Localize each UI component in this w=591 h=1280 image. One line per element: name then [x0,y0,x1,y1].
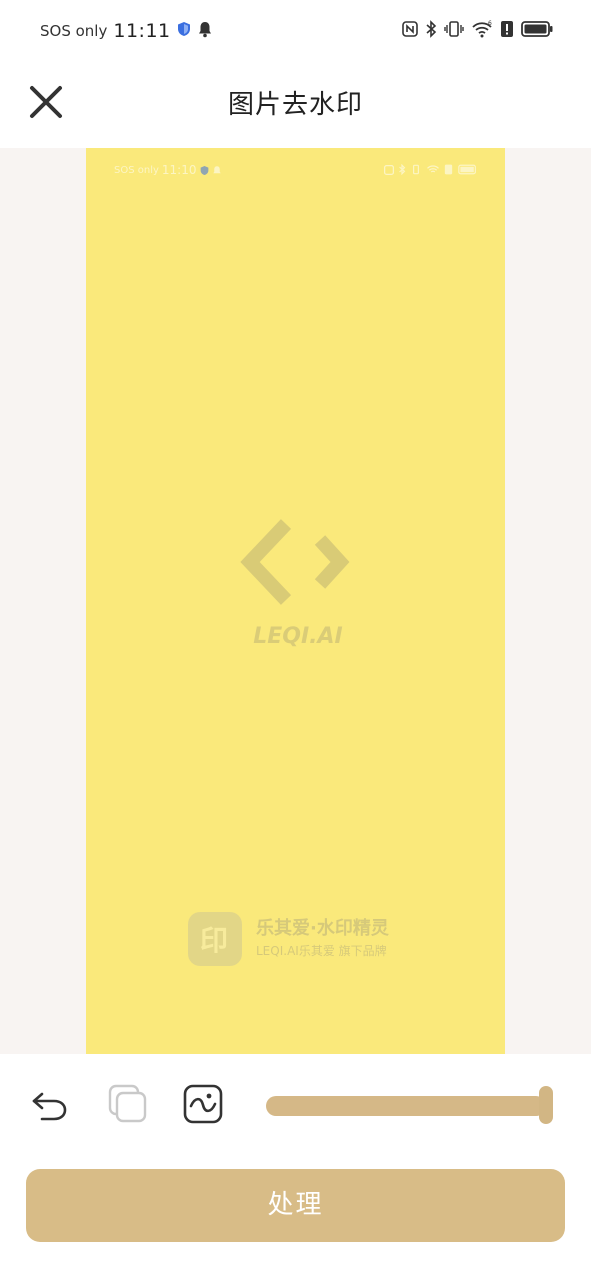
leqi-logo-icon [240,519,350,605]
status-bar: SOS only 11:11 6 [0,0,591,66]
status-right: 6 [402,20,553,42]
preview-nfc-icon [384,164,394,175]
layers-icon [108,1084,147,1123]
svg-text:印: 印 [200,924,228,957]
undo-icon [32,1092,67,1121]
image-edit-icon [183,1084,223,1124]
nfc-icon [402,21,418,41]
alert-icon [500,20,514,42]
preview-bell-icon [212,165,221,173]
carrier-text: SOS only [40,22,108,40]
image-edit-button[interactable] [181,1082,225,1126]
preview-status-left: SOS only 11:10 [114,163,222,177]
page-title: 图片去水印 [227,90,363,120]
center-watermark-text: LEQI.AI [253,624,343,649]
status-left: SOS only 11:11 [40,20,213,42]
center-watermark: LEQI.AI [236,514,360,654]
preview-status-bar: SOS only 11:10 [86,163,505,179]
bottom-watermark: 印 乐其爱·水印精灵 LEQI.AI乐其爱 旗下品牌 [188,910,408,970]
preview-vibrate-icon [413,164,419,175]
preview-wifi-icon [427,165,439,173]
watermark-brand-subtitle: LEQI.AI乐其爱 旗下品牌 [256,944,387,958]
undo-button[interactable] [28,1082,72,1126]
slider-thumb[interactable] [539,1086,553,1124]
battery-icon [521,20,553,42]
preview-shield-icon [200,165,208,175]
bluetooth-icon [425,20,437,42]
brush-size-slider[interactable] [266,1086,558,1124]
canvas-area: SOS only 11:10 LEQI.AI 印 乐其爱·水印精灵 LEQI.A… [0,148,591,1054]
vibrate-icon [444,20,464,42]
preview-clock: 11:10 [161,163,197,177]
preview-status-right [384,164,479,175]
header: 图片去水印 [0,66,591,146]
image-preview[interactable]: SOS only 11:10 LEQI.AI 印 乐其爱·水印精灵 LEQI.A… [86,148,505,1054]
preview-carrier-text: SOS only [114,164,159,176]
clock: 11:11 [113,20,171,42]
preview-alert-icon [444,164,453,175]
slider-track [266,1096,546,1116]
app-icon: 印 [188,912,242,966]
watermark-brand-name: 乐其爱·水印精灵 [256,918,389,939]
svg-text:6: 6 [488,20,492,27]
shield-icon [177,21,191,41]
edit-toolbar [0,1054,591,1164]
preview-bluetooth-icon [399,164,406,175]
layers-button[interactable] [106,1082,150,1126]
wifi-icon: 6 [471,20,493,42]
process-button[interactable]: 处理 [26,1169,565,1242]
bell-icon [197,20,213,42]
preview-battery-icon [458,164,476,175]
